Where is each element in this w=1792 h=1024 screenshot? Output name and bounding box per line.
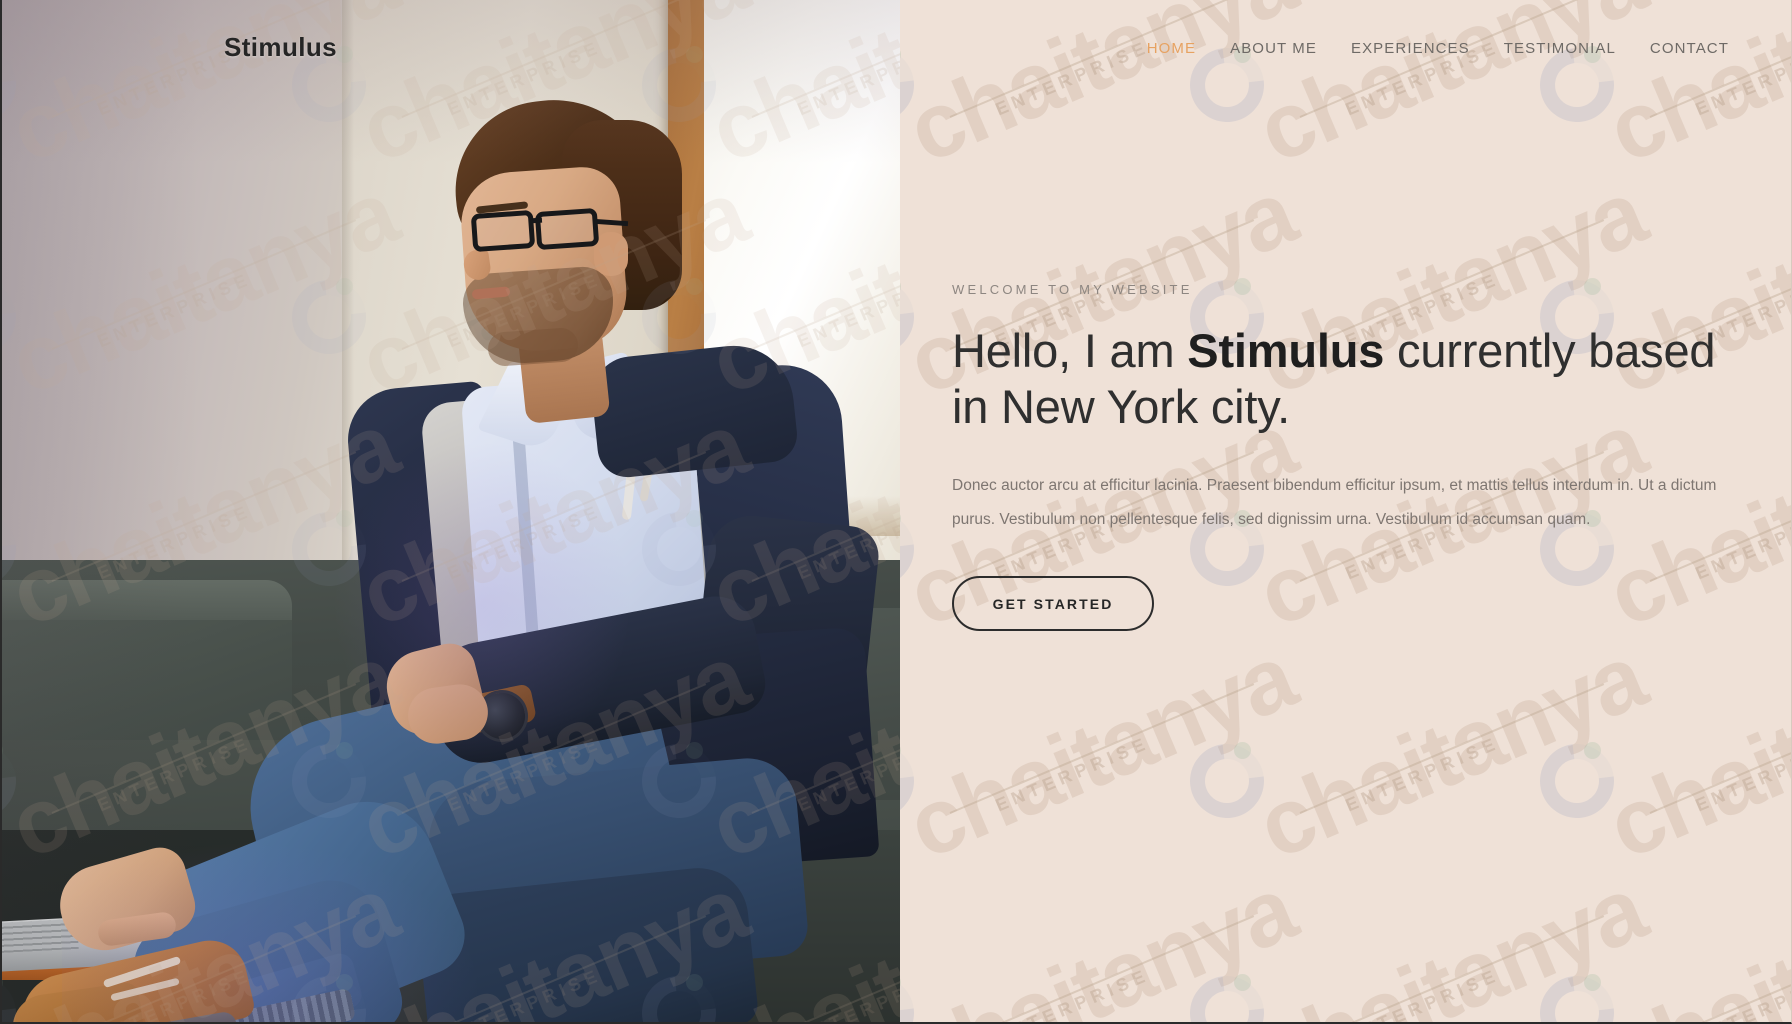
watermark-rule [949, 683, 1255, 814]
watermark-subtitle: ENTERPRISE [992, 732, 1153, 816]
watermark-tile: chaitanyaENTERPRISE [1175, 0, 1658, 220]
watermark-rule [1299, 0, 1605, 118]
glasses-lens-left [470, 209, 536, 253]
hero-paragraph: Donec auctor arcu at efficitur lacinia. … [952, 476, 1717, 528]
c-circle-dot-icon [1234, 742, 1251, 759]
watermark-tile: chaitanyaENTERPRISE [900, 626, 1308, 916]
chin-shadow [486, 326, 580, 368]
c-circle-dot-icon [900, 974, 901, 991]
watermark-subtitle: ENTERPRISE [1692, 732, 1791, 816]
watermark-word: chaitanya [900, 857, 1308, 1022]
hero-headline: Hello, I am Stimulus currently based in … [952, 323, 1752, 435]
main-navigation: HOME ABOUT ME EXPERIENCES TESTIMONIAL CONTAC… [1147, 40, 1729, 57]
watermark-subtitle: ENTERPRISE [1692, 964, 1791, 1022]
watermark-rule [949, 915, 1255, 1022]
jacket-hood [588, 339, 800, 481]
watermark-tile: chaitanyaENTERPRISE [900, 0, 1308, 220]
get-started-button[interactable]: GET STARTED [952, 576, 1154, 632]
watermark-word: chaitanya [1594, 625, 1791, 879]
watermark-tile: chaitanyaENTERPRISE [1175, 858, 1658, 1022]
watermark-tile: chaitanyaENTERPRISE [1525, 0, 1791, 220]
c-circle-icon [1525, 729, 1629, 833]
watermark-rule [1649, 683, 1791, 814]
nav-item-contact[interactable]: CONTACT [1650, 40, 1729, 57]
headline-part-before: Hello, I am [952, 324, 1188, 377]
site-logo[interactable]: Stimulus [224, 32, 337, 63]
ear [594, 232, 628, 276]
c-circle-icon [900, 265, 929, 369]
person [2, 0, 900, 1022]
c-circle-icon [1525, 961, 1629, 1022]
c-circle-icon [900, 33, 929, 137]
watermark-word: chaitanya [1244, 625, 1658, 879]
hero-photo: chaitanyaENTERPRISEchaitanyaENTERPRISEch… [2, 0, 900, 1022]
c-circle-dot-icon [1584, 742, 1601, 759]
c-circle-dot-icon [1234, 974, 1251, 991]
watermark-subtitle: ENTERPRISE [992, 964, 1153, 1022]
watermark-subtitle: ENTERPRISE [1342, 964, 1503, 1022]
watermark-rule [1649, 0, 1791, 118]
watermark-tile: chaitanyaENTERPRISE [1175, 626, 1658, 916]
c-circle-dot-icon [1584, 974, 1601, 991]
glasses-lens-right [534, 207, 600, 251]
nav-item-about-me[interactable]: ABOUT ME [1230, 40, 1317, 57]
watermark-rule [1299, 915, 1605, 1022]
watermark-subtitle: ENTERPRISE [992, 36, 1153, 120]
watermark-word: chaitanya [1244, 0, 1658, 183]
headline-strong: Stimulus [1187, 324, 1385, 377]
c-circle-icon [1175, 961, 1279, 1022]
watermark-tile: chaitanyaENTERPRISE [1525, 858, 1791, 1022]
c-circle-dot-icon [900, 510, 901, 527]
watermark-word: chaitanya [900, 625, 1308, 879]
c-circle-icon [900, 497, 929, 601]
c-circle-dot-icon [900, 278, 901, 295]
landing-page: chaitanyaENTERPRISEchaitanyaENTERPRISEch… [0, 0, 1792, 1024]
c-circle-icon [1175, 729, 1279, 833]
hero-content: chaitanya ENTERPRISE chaitanya ENTERPRISE ch… [900, 0, 1791, 1022]
c-circle-dot-icon [900, 742, 901, 759]
watermark-rule [1649, 915, 1791, 1022]
watermark-tile: chaitanyaENTERPRISE [1525, 626, 1791, 916]
watermark-subtitle: ENTERPRISE [1342, 732, 1503, 816]
c-circle-icon [900, 961, 929, 1022]
hero-block: WELCOME TO MY WEBSITE Hello, I am Stimul… [952, 282, 1752, 632]
watermark-rule [949, 0, 1255, 118]
watermark-rule [1299, 683, 1605, 814]
watermark-word: chaitanya [1244, 857, 1658, 1022]
watermark-word: chaitanya [1594, 0, 1791, 183]
c-circle-dot-icon [900, 46, 901, 63]
c-circle-icon [900, 729, 929, 833]
watermark-word: chaitanya [900, 0, 1308, 183]
glasses-bridge [529, 217, 543, 224]
nav-item-testimonial[interactable]: TESTIMONIAL [1504, 40, 1616, 57]
watermark-word: chaitanya [1594, 857, 1791, 1022]
watermark-tile: chaitanyaENTERPRISE [900, 858, 1308, 1022]
nav-item-experiences[interactable]: EXPERIENCES [1351, 40, 1470, 57]
nav-item-home[interactable]: HOME [1147, 40, 1196, 57]
hero-eyebrow: WELCOME TO MY WEBSITE [952, 282, 1193, 297]
